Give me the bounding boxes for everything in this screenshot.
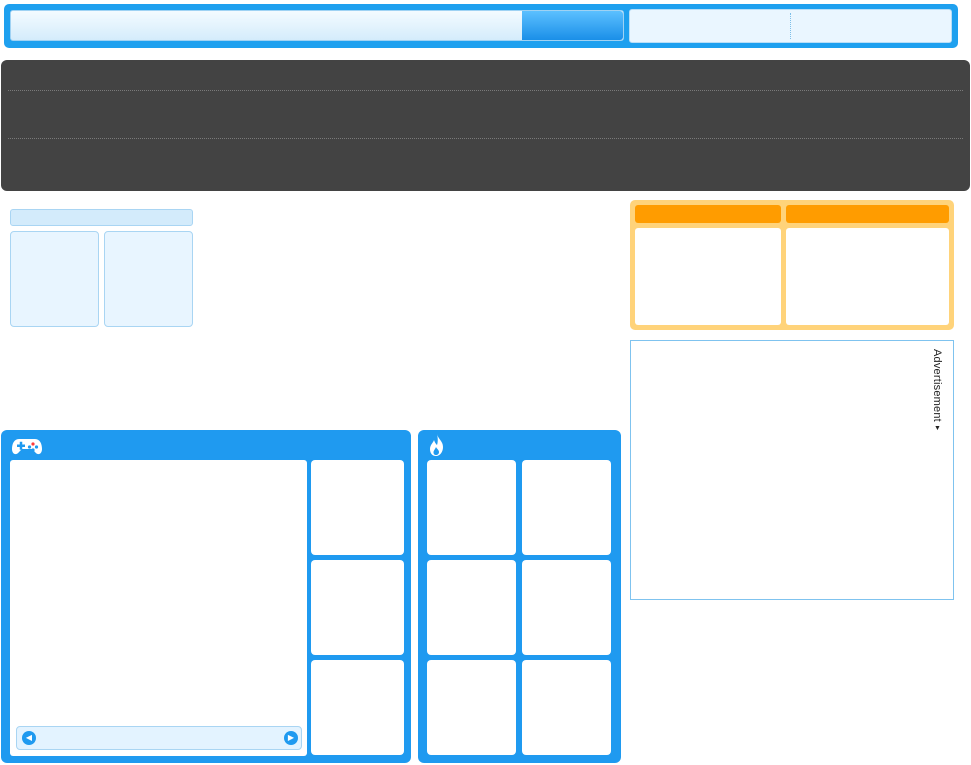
- hot-thumbnail[interactable]: [522, 660, 611, 755]
- hot-thumbnail[interactable]: [427, 460, 516, 555]
- games-featured-slide[interactable]: ◀ ▶: [10, 460, 307, 756]
- ad-options-icon[interactable]: ▼: [934, 425, 941, 432]
- featured-orange-box: [630, 200, 954, 330]
- orange-tab[interactable]: [786, 205, 949, 223]
- flame-icon: [430, 434, 443, 456]
- hot-thumbnail[interactable]: [522, 460, 611, 555]
- hot-thumbnail[interactable]: [427, 560, 516, 655]
- hot-thumbnail[interactable]: [522, 560, 611, 655]
- games-thumbnail[interactable]: [311, 460, 404, 555]
- advertisement-box[interactable]: Advertisement ▼: [630, 340, 954, 600]
- games-thumbnail[interactable]: [311, 660, 404, 755]
- mini-widget-card[interactable]: [10, 231, 99, 327]
- gamepad-icon: [12, 439, 42, 455]
- advertisement-label-text: Advertisement: [931, 349, 943, 422]
- orange-tab[interactable]: [635, 205, 781, 223]
- advertisement-label[interactable]: Advertisement ▼: [931, 349, 943, 432]
- hot-panel: [418, 430, 621, 763]
- games-pager: ◀ ▶: [16, 726, 302, 750]
- search-box: [10, 10, 624, 41]
- main-navigation: [1, 60, 970, 191]
- mini-widget-card[interactable]: [104, 231, 193, 327]
- games-thumbnail[interactable]: [311, 560, 404, 655]
- chevron-left-icon[interactable]: ◀: [22, 731, 36, 745]
- hot-thumbnail[interactable]: [427, 660, 516, 755]
- games-panel: ◀ ▶: [1, 430, 411, 763]
- mini-widget-header: [10, 209, 193, 226]
- user-panel: [629, 9, 952, 43]
- user-panel-divider: [790, 13, 791, 39]
- orange-card[interactable]: [786, 228, 949, 325]
- search-button[interactable]: [522, 11, 623, 40]
- nav-divider: [8, 90, 963, 91]
- search-input[interactable]: [11, 11, 521, 40]
- nav-divider: [8, 138, 963, 139]
- orange-card[interactable]: [635, 228, 781, 325]
- chevron-right-icon[interactable]: ▶: [284, 731, 298, 745]
